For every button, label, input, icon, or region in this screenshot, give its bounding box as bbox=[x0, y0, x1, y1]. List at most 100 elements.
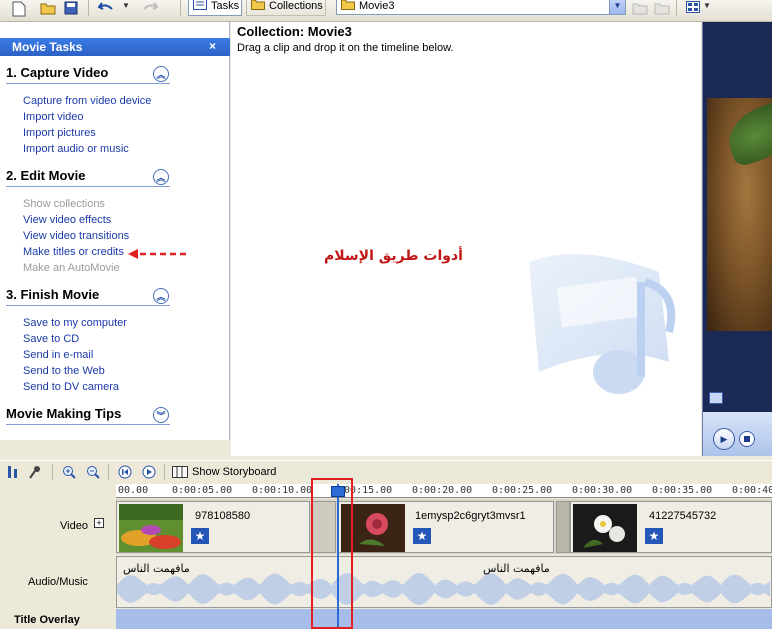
tasks-toggle-button[interactable]: Tasks bbox=[188, 0, 242, 16]
section-capture-video[interactable]: 1. Capture Video ︽ bbox=[6, 64, 170, 84]
play-icon[interactable]: ▶ bbox=[713, 428, 735, 450]
close-icon[interactable]: × bbox=[209, 39, 216, 53]
toolbar-separator bbox=[108, 464, 109, 480]
ruler-tick-label: 0:00:25.00 bbox=[492, 485, 553, 496]
main-toolbar: ▼ Tasks Collections Movie3 ▼ ▼ bbox=[0, 0, 772, 22]
video-effect-star-icon: ★ bbox=[413, 528, 431, 544]
collection-title: Collection: Movie3 bbox=[237, 24, 352, 39]
views-icon[interactable] bbox=[686, 1, 702, 17]
section-title: 2. Edit Movie bbox=[6, 168, 86, 183]
link-import-audio[interactable]: Import audio or music bbox=[23, 143, 129, 155]
collection-subtitle: Drag a clip and drop it on the timeline … bbox=[237, 42, 454, 54]
ruler-tick-label: 0:00:35.00 bbox=[652, 485, 713, 496]
link-save-to-computer[interactable]: Save to my computer bbox=[23, 317, 127, 329]
movie-tasks-pane: Movie Tasks × 1. Capture Video ︽ Capture… bbox=[0, 22, 230, 440]
section-finish-movie[interactable]: 3. Finish Movie ︽ bbox=[6, 286, 170, 306]
collections-label: Collections bbox=[269, 0, 323, 12]
title-overlay-track-label: Title Overlay bbox=[14, 614, 80, 626]
video-effect-star-icon: ★ bbox=[645, 528, 663, 544]
storyboard-icon bbox=[172, 465, 188, 479]
section-title: Movie Making Tips bbox=[6, 406, 122, 421]
chevron-up-icon[interactable]: ︽ bbox=[153, 66, 169, 82]
show-storyboard-button[interactable]: Show Storyboard bbox=[192, 466, 276, 478]
link-capture-from-device[interactable]: Capture from video device bbox=[23, 95, 151, 107]
video-effect-star-icon: ★ bbox=[191, 528, 209, 544]
title-overlay-track[interactable] bbox=[116, 609, 772, 629]
play-timeline-icon[interactable] bbox=[142, 465, 156, 479]
narrate-microphone-icon[interactable] bbox=[28, 465, 42, 479]
toolbar-separator bbox=[52, 464, 53, 480]
section-edit-movie[interactable]: 2. Edit Movie ︽ bbox=[6, 167, 170, 187]
chevron-up-icon[interactable]: ︽ bbox=[153, 288, 169, 304]
up-folder-icon[interactable] bbox=[632, 1, 648, 17]
link-save-to-cd[interactable]: Save to CD bbox=[23, 333, 79, 345]
arabic-annotation: أدوات طريق الإسلام bbox=[324, 248, 463, 264]
audio-waveform bbox=[117, 573, 770, 605]
views-dropdown-icon[interactable]: ▼ bbox=[703, 1, 711, 17]
undo-icon[interactable] bbox=[97, 1, 114, 17]
movie-tasks-title: Movie Tasks bbox=[12, 40, 83, 54]
collections-folder-icon bbox=[251, 0, 265, 13]
new-folder-icon[interactable] bbox=[654, 1, 670, 17]
video-clip[interactable]: 1emysp2c6gryt3mvsr1 ★ bbox=[338, 501, 554, 553]
section-movie-making-tips[interactable]: Movie Making Tips ︾ bbox=[6, 405, 170, 425]
ruler-tick-label: 0:00:40. bbox=[732, 485, 772, 496]
link-import-video[interactable]: Import video bbox=[23, 111, 84, 123]
collection-folder-icon bbox=[341, 0, 355, 13]
link-import-pictures[interactable]: Import pictures bbox=[23, 127, 96, 139]
white-flower-thumbnail bbox=[573, 504, 637, 552]
ruler-tick-label: 0:00:05.00 bbox=[172, 485, 233, 496]
audio-track[interactable]: مافهمت الناس مافهمت الناس bbox=[116, 556, 772, 608]
rewind-timeline-icon[interactable] bbox=[118, 465, 132, 479]
red-arrow-annotation bbox=[128, 249, 188, 259]
ruler-tick-label: 0:00:30.00 bbox=[572, 485, 633, 496]
new-project-icon[interactable] bbox=[12, 1, 28, 17]
link-send-to-web[interactable]: Send to the Web bbox=[23, 365, 105, 377]
collection-pane: Collection: Movie3 Drag a clip and drop … bbox=[231, 22, 701, 456]
movie-maker-watermark-icon bbox=[529, 254, 676, 394]
chevron-up-icon[interactable]: ︽ bbox=[153, 169, 169, 185]
fullscreen-icon[interactable] bbox=[709, 392, 723, 404]
ruler-tick-label: 00.00 bbox=[118, 485, 149, 496]
video-track-label: Video bbox=[60, 520, 88, 532]
zoom-in-icon[interactable] bbox=[62, 465, 76, 479]
zoom-out-icon[interactable] bbox=[86, 465, 100, 479]
link-show-collections: Show collections bbox=[23, 198, 105, 210]
set-audio-levels-icon[interactable] bbox=[6, 465, 20, 479]
red-highlight-annotation bbox=[311, 478, 353, 629]
stop-icon[interactable] bbox=[739, 431, 755, 447]
monitor-preview-image bbox=[707, 98, 772, 331]
monitor-pane: ▶ bbox=[702, 22, 772, 456]
link-view-video-effects[interactable]: View video effects bbox=[23, 214, 111, 226]
collection-combo[interactable]: Movie3 ▼ bbox=[336, 0, 626, 15]
flowers-garden-thumbnail bbox=[119, 504, 183, 552]
chevron-down-icon[interactable]: ▼ bbox=[609, 0, 625, 14]
expand-track-icon[interactable]: + bbox=[94, 518, 104, 528]
link-view-video-transitions[interactable]: View video transitions bbox=[23, 230, 129, 242]
leaf-image bbox=[720, 98, 772, 169]
collections-toggle-button[interactable]: Collections bbox=[246, 0, 326, 16]
toolbar-separator bbox=[180, 0, 181, 16]
link-send-to-dv-camera[interactable]: Send to DV camera bbox=[23, 381, 119, 393]
collection-combo-value: Movie3 bbox=[359, 0, 395, 12]
chevron-down-icon[interactable]: ︾ bbox=[153, 407, 169, 423]
open-project-icon[interactable] bbox=[40, 1, 56, 17]
save-project-icon[interactable] bbox=[64, 1, 80, 17]
toolbar-separator bbox=[676, 0, 677, 16]
video-clip[interactable]: 41227545732 ★ bbox=[570, 501, 772, 553]
section-title: 3. Finish Movie bbox=[6, 287, 100, 302]
video-clip[interactable]: 978108580 ★ bbox=[116, 501, 310, 553]
playback-controls: ▶ bbox=[703, 412, 772, 456]
video-track[interactable]: 978108580 ★ 1emysp2c6gryt3mvsr1 ★ 412275… bbox=[116, 499, 772, 554]
clip-name: 1emysp2c6gryt3mvsr1 bbox=[415, 510, 526, 522]
transition-slot[interactable] bbox=[556, 501, 570, 553]
clip-name: 978108580 bbox=[195, 510, 251, 522]
toolbar-separator bbox=[88, 0, 89, 16]
redo-icon[interactable] bbox=[142, 1, 159, 17]
undo-dropdown-icon[interactable]: ▼ bbox=[122, 1, 132, 17]
timeline-ruler[interactable]: 00.00 0:00:05.00 0:00:10.00 0:00:15.00 0… bbox=[116, 484, 772, 498]
audio-track-label: Audio/Music bbox=[28, 576, 88, 588]
movie-tasks-header: Movie Tasks × bbox=[0, 38, 230, 56]
link-send-in-email[interactable]: Send in e-mail bbox=[23, 349, 93, 361]
link-make-titles-or-credits[interactable]: Make titles or credits bbox=[23, 246, 124, 258]
